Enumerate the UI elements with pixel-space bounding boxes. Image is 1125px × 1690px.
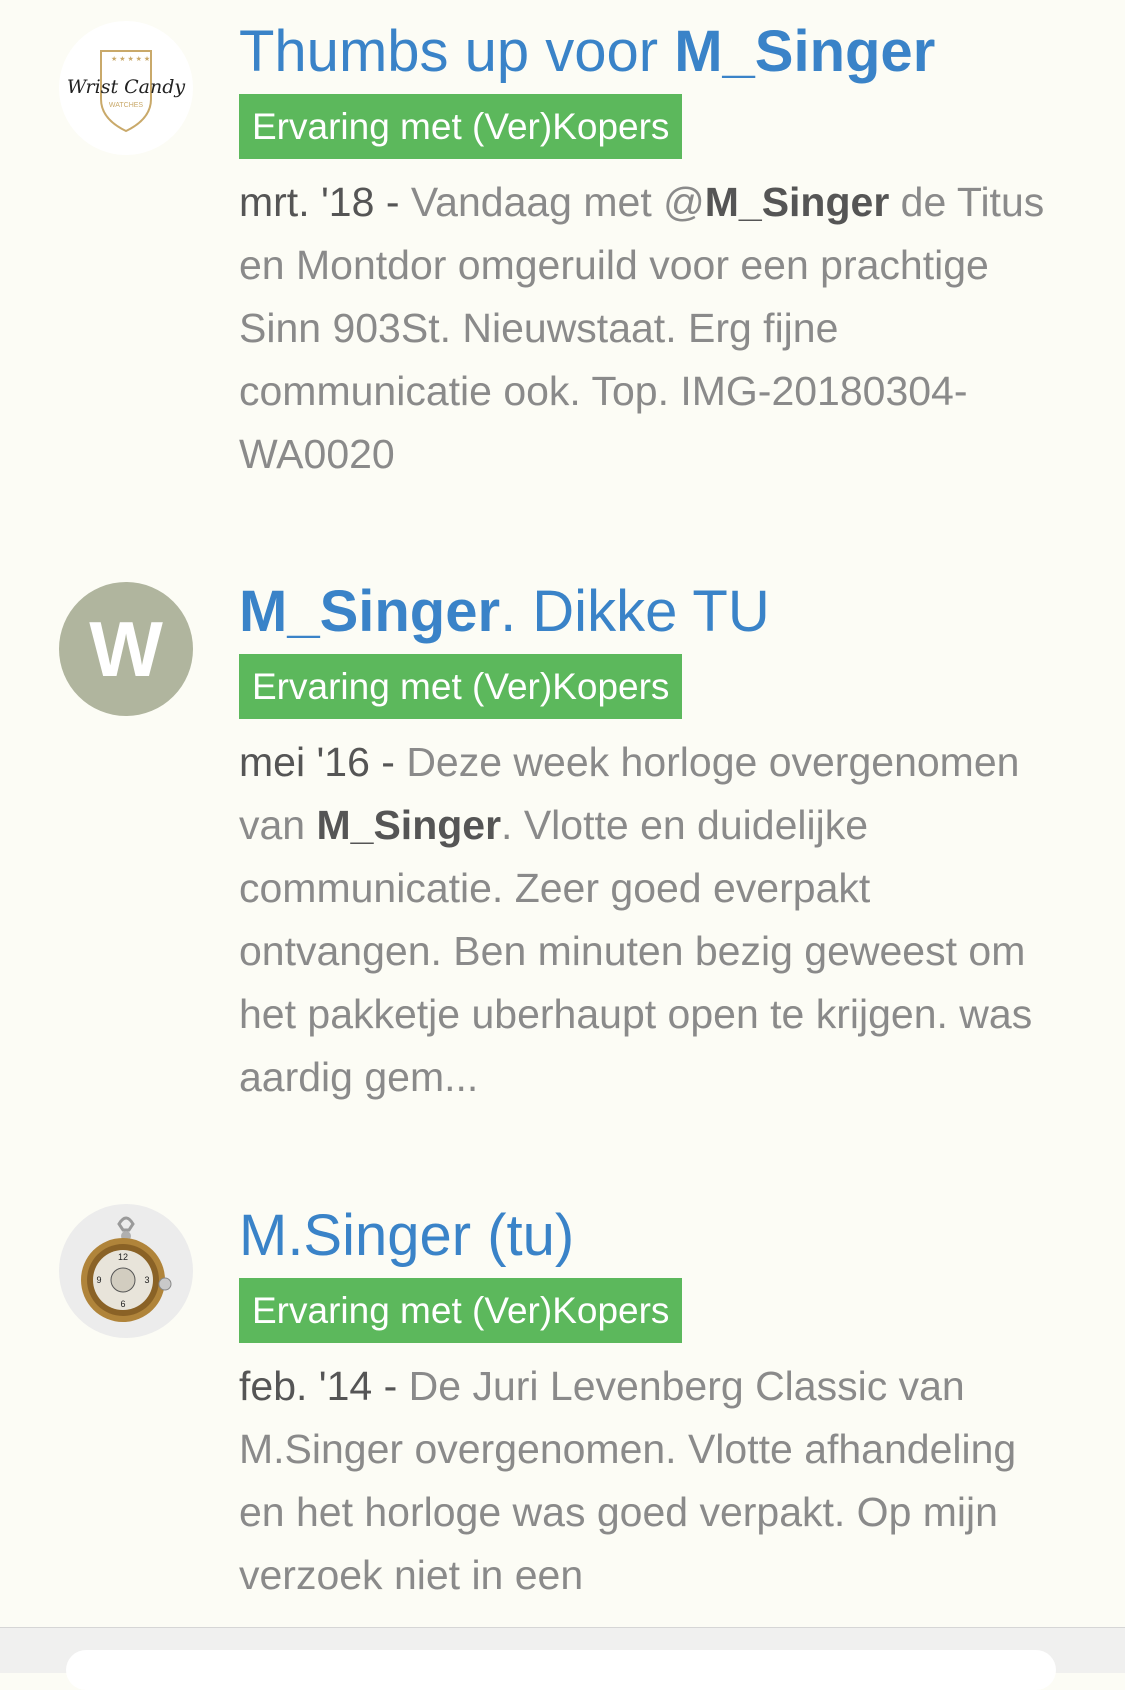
address-bar[interactable] xyxy=(66,1650,1056,1690)
author-avatar[interactable]: W xyxy=(59,582,193,716)
excerpt-highlight: M_Singer xyxy=(316,802,502,848)
result-excerpt: mrt. '18 - Vandaag met @M_Singer de Titu… xyxy=(239,171,1069,486)
title-highlight: M_Singer xyxy=(239,579,501,644)
author-avatar[interactable]: 12 3 6 9 xyxy=(59,1204,193,1338)
excerpt-highlight: M_Singer xyxy=(704,179,890,225)
result-excerpt: mei '16 - Deze week horloge overgenomen … xyxy=(239,731,1069,1109)
forum-category-tag[interactable]: Ervaring met (Ver)Kopers xyxy=(239,654,683,719)
title-highlight: M_Singer xyxy=(674,19,936,84)
date-separator: - xyxy=(372,1363,409,1409)
title-text-post: . Dikke TU xyxy=(500,579,770,644)
result-title[interactable]: M_Singer. Dikke TU xyxy=(239,576,1069,648)
logo-text: Wrist Candy xyxy=(67,76,186,98)
post-date: feb. '14 xyxy=(239,1363,373,1409)
author-avatar[interactable]: ★ ★ ★ ★ ★ Wrist Candy WATCHES xyxy=(59,21,193,155)
browser-bottom-bar xyxy=(0,1627,1125,1690)
result-excerpt: feb. '14 - De Juri Levenberg Classic van… xyxy=(239,1355,1069,1607)
result-title[interactable]: Thumbs up voor M_Singer xyxy=(239,16,1069,88)
svg-text:12: 12 xyxy=(118,1252,128,1262)
pocket-watch-icon: 12 3 6 9 xyxy=(81,1216,172,1322)
wrist-candy-logo-icon: ★ ★ ★ ★ ★ Wrist Candy WATCHES xyxy=(67,50,186,133)
svg-text:★ ★ ★ ★ ★: ★ ★ ★ ★ ★ xyxy=(111,55,150,63)
excerpt-text: Vandaag met @ xyxy=(410,179,705,225)
avatar-letter: W xyxy=(89,604,163,693)
title-text: Thumbs up voor xyxy=(239,19,675,84)
date-separator: - xyxy=(374,179,411,225)
forum-category-tag[interactable]: Ervaring met (Ver)Kopers xyxy=(239,94,683,159)
date-separator: - xyxy=(369,739,407,785)
forum-category-tag[interactable]: Ervaring met (Ver)Kopers xyxy=(239,1278,683,1343)
post-date: mrt. '18 xyxy=(239,179,375,225)
svg-text:9: 9 xyxy=(96,1275,101,1285)
svg-text:3: 3 xyxy=(144,1275,149,1285)
result-title[interactable]: M.Singer (tu) xyxy=(239,1200,1069,1272)
post-date: mei '16 xyxy=(239,739,370,785)
title-text: M.Singer (tu) xyxy=(239,1203,575,1268)
svg-text:6: 6 xyxy=(120,1299,125,1309)
logo-subtext: WATCHES xyxy=(109,102,144,109)
